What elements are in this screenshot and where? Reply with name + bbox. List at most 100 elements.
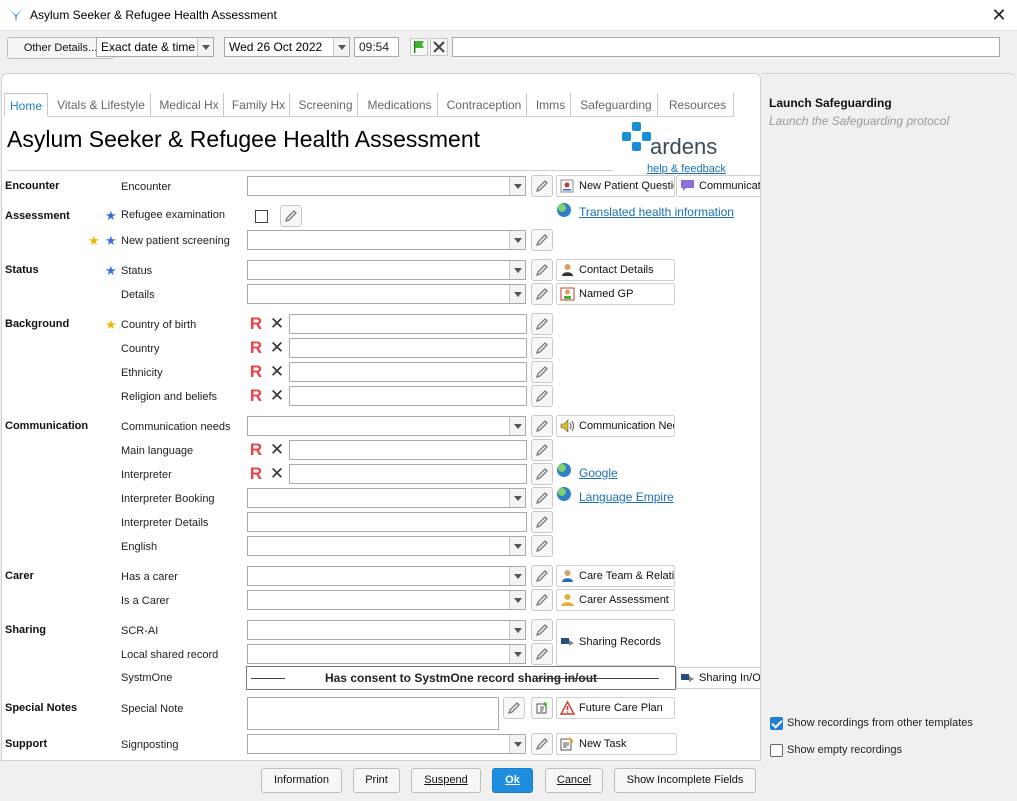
- close-icon[interactable]: ✕: [989, 4, 1009, 26]
- signposting-select[interactable]: [247, 734, 526, 754]
- pencil-icon[interactable]: [531, 535, 553, 557]
- pencil-icon[interactable]: [531, 259, 553, 281]
- read-code-icon[interactable]: R: [248, 465, 264, 483]
- pencil-icon[interactable]: [503, 697, 525, 719]
- english-select[interactable]: [247, 536, 526, 556]
- care-team-button[interactable]: Care Team & Relationships: [556, 565, 675, 587]
- pencil-icon[interactable]: [531, 385, 553, 407]
- new-task-button[interactable]: New Task: [556, 733, 677, 755]
- is-a-carer-select[interactable]: [247, 590, 526, 610]
- pencil-icon[interactable]: [531, 283, 553, 305]
- ok-button[interactable]: Ok: [492, 768, 533, 793]
- globe-icon: [557, 463, 571, 477]
- pencil-icon[interactable]: [531, 337, 553, 359]
- sharing-in-out-button[interactable]: Sharing In/Out: [676, 667, 761, 689]
- tab-medical-hx[interactable]: Medical Hx: [155, 93, 224, 116]
- show-incomplete-fields-button[interactable]: Show Incomplete Fields: [614, 768, 756, 793]
- named-gp-button[interactable]: Named GP: [556, 283, 675, 305]
- religion-input[interactable]: [289, 386, 527, 406]
- future-care-plan-button[interactable]: Future Care Plan: [556, 697, 675, 719]
- pencil-icon[interactable]: [280, 205, 302, 227]
- tab-resources[interactable]: Resources: [662, 93, 734, 116]
- translated-health-information-link[interactable]: Translated health information: [579, 205, 734, 219]
- tab-screening[interactable]: Screening: [294, 93, 358, 116]
- pencil-icon[interactable]: [531, 175, 553, 197]
- pencil-icon[interactable]: [531, 487, 553, 509]
- pencil-icon[interactable]: [531, 643, 553, 665]
- scr-ai-select[interactable]: [247, 620, 526, 640]
- tab-vitals[interactable]: Vitals & Lifestyle: [52, 93, 151, 116]
- communication-needs-button[interactable]: Communication Needs: [556, 415, 675, 437]
- flag-icon[interactable]: [410, 38, 428, 56]
- new-patient-questionnaire-button[interactable]: New Patient Questionnaire: [556, 175, 675, 197]
- sharing-records-button[interactable]: Sharing Records: [556, 619, 675, 666]
- read-code-icon[interactable]: R: [248, 339, 264, 357]
- show-other-templates-checkbox[interactable]: [770, 717, 783, 730]
- date-select[interactable]: Wed 26 Oct 2022: [224, 37, 350, 57]
- pencil-icon[interactable]: [531, 439, 553, 461]
- special-note-textarea[interactable]: [247, 697, 499, 730]
- tab-safeguarding[interactable]: Safeguarding: [575, 93, 658, 116]
- pencil-icon[interactable]: [531, 733, 553, 755]
- carer-assessment-button[interactable]: Carer Assessment: [556, 589, 675, 611]
- refugee-examination-checkbox[interactable]: [255, 210, 268, 223]
- search-input[interactable]: [452, 37, 1000, 57]
- language-empire-link[interactable]: Language Empire: [579, 490, 674, 504]
- country-of-birth-input[interactable]: [289, 314, 527, 334]
- pencil-icon[interactable]: [531, 565, 553, 587]
- interpreter-booking-select[interactable]: [247, 488, 526, 508]
- tab-family-hx[interactable]: Family Hx: [228, 93, 290, 116]
- time-input[interactable]: 09:54: [354, 37, 399, 57]
- communication-needs-select[interactable]: [247, 416, 526, 436]
- close-icon[interactable]: ✕: [269, 441, 285, 459]
- read-code-icon[interactable]: R: [248, 363, 264, 381]
- communication-button[interactable]: Communication: [676, 175, 761, 197]
- pencil-icon[interactable]: [531, 511, 553, 533]
- pencil-icon[interactable]: [531, 415, 553, 437]
- systmone-consent-field[interactable]: Has consent to SystmOne record sharing i…: [246, 666, 676, 690]
- contact-details-button[interactable]: Contact Details: [556, 259, 675, 281]
- local-shared-record-select[interactable]: [247, 644, 526, 664]
- interpreter-input[interactable]: [289, 464, 527, 484]
- launch-safeguarding-title[interactable]: Launch Safeguarding: [769, 96, 892, 110]
- country-input[interactable]: [289, 338, 527, 358]
- show-empty-recordings-checkbox[interactable]: [770, 744, 783, 757]
- pencil-icon[interactable]: [531, 619, 553, 641]
- encounter-select[interactable]: [247, 176, 526, 196]
- close-icon[interactable]: ✕: [269, 315, 285, 333]
- has-a-carer-select[interactable]: [247, 566, 526, 586]
- pencil-icon[interactable]: [531, 589, 553, 611]
- tab-home[interactable]: Home: [4, 93, 48, 117]
- tab-imms[interactable]: Imms: [531, 93, 571, 116]
- close-icon[interactable]: ✕: [269, 465, 285, 483]
- details-select[interactable]: [247, 284, 526, 304]
- help-feedback-link[interactable]: help & feedback: [647, 163, 726, 175]
- pencil-icon[interactable]: [531, 361, 553, 383]
- read-code-icon[interactable]: R: [248, 387, 264, 405]
- main-language-input[interactable]: [289, 440, 527, 460]
- close-icon[interactable]: ✕: [269, 339, 285, 357]
- print-button[interactable]: Print: [353, 768, 400, 793]
- read-code-icon[interactable]: R: [248, 315, 264, 333]
- information-button[interactable]: Information: [261, 768, 342, 793]
- pencil-icon[interactable]: [531, 229, 553, 251]
- interpreter-details-input[interactable]: [247, 512, 527, 532]
- cancel-button[interactable]: Cancel: [545, 768, 603, 793]
- suspend-button[interactable]: Suspend: [411, 768, 481, 793]
- close-icon[interactable]: ✕: [269, 387, 285, 405]
- tab-contraception[interactable]: Contraception: [442, 93, 527, 116]
- tab-bar: Home Vitals & Lifestyle Medical Hx Famil…: [4, 93, 734, 117]
- clear-icon[interactable]: [430, 38, 448, 56]
- date-mode-select[interactable]: Exact date & time: [96, 37, 214, 57]
- tab-medications[interactable]: Medications: [362, 93, 438, 116]
- read-code-icon[interactable]: R: [248, 441, 264, 459]
- status-select[interactable]: [247, 260, 526, 280]
- new-patient-screening-select[interactable]: [247, 230, 526, 250]
- close-icon[interactable]: ✕: [269, 363, 285, 381]
- pencil-icon[interactable]: [531, 463, 553, 485]
- care-team-icon: [562, 570, 573, 582]
- ethnicity-input[interactable]: [289, 362, 527, 382]
- add-note-icon[interactable]: [531, 697, 553, 719]
- pencil-icon[interactable]: [531, 313, 553, 335]
- google-link[interactable]: Google: [579, 466, 618, 480]
